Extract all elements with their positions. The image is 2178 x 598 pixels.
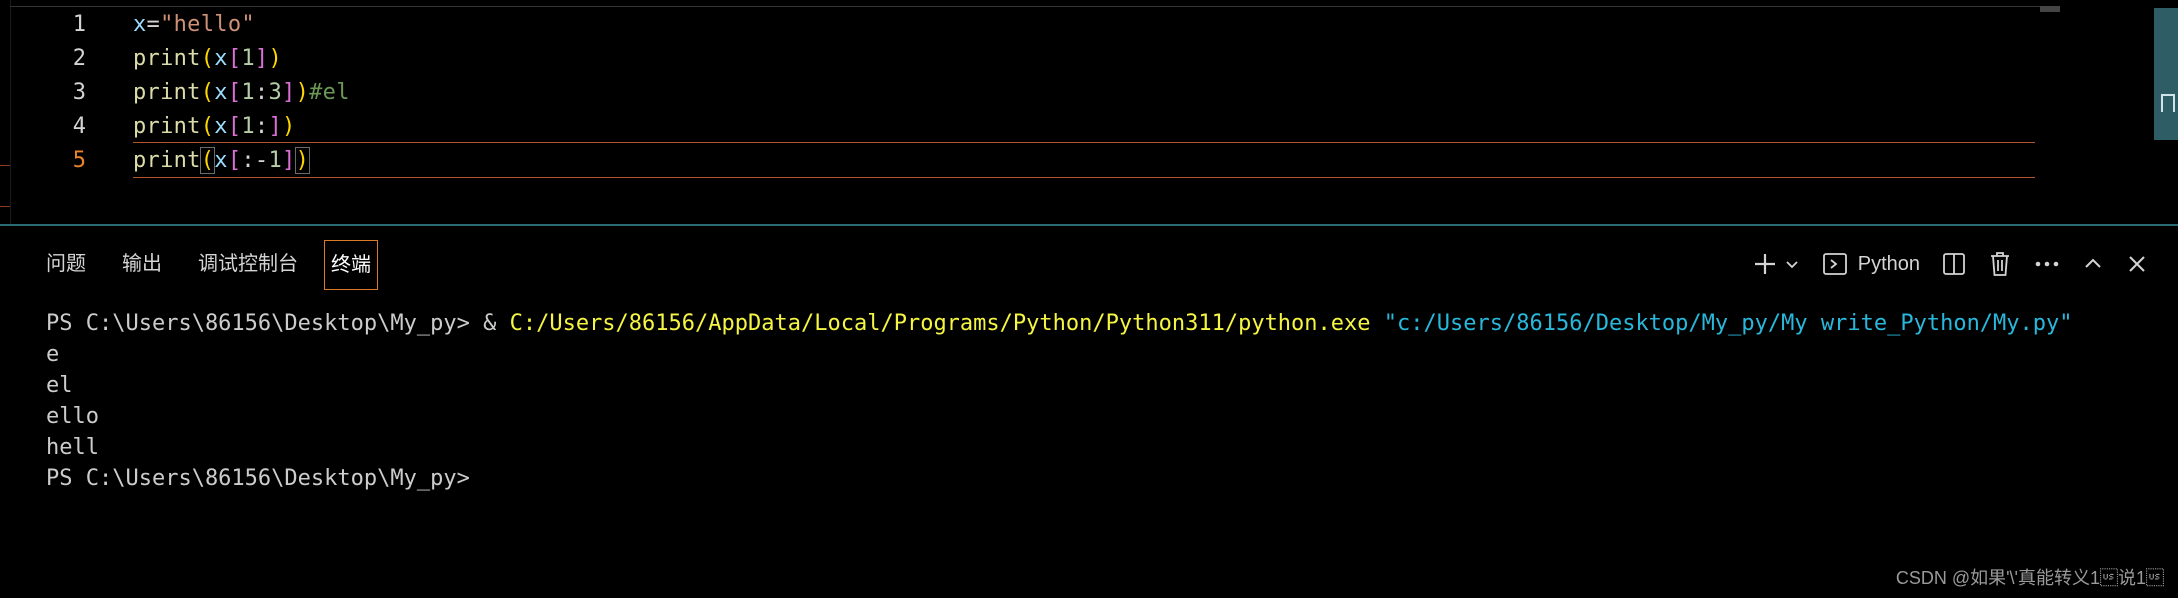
close-icon <box>2126 253 2148 275</box>
code-line[interactable]: 4 print(x[1:]) <box>0 110 2040 144</box>
bottom-panel: 问题 输出 调试控制台 终端 Python PS C:\Users\86156\… <box>0 226 2178 598</box>
code-token: ] <box>254 46 269 71</box>
chevron-down-icon[interactable] <box>1784 256 1800 272</box>
code-text: print(x[1]) <box>133 42 282 76</box>
code-token: ) <box>282 114 296 139</box>
code-token: x <box>133 12 147 37</box>
code-token: : <box>254 114 269 139</box>
code-text: x="hello" <box>133 8 255 42</box>
code-token: x <box>214 148 228 173</box>
panel-tabs: 问题 输出 调试控制台 终端 <box>36 240 394 290</box>
terminal-profile-button[interactable]: Python <box>1822 251 1920 277</box>
editor-scrollbar[interactable] <box>2154 8 2178 140</box>
code-token: x <box>214 80 228 105</box>
terminal-command-line: PS C:\Users\86156\Desktop\My_py> & C:/Us… <box>46 308 2146 339</box>
watermark: CSDN @如果'\'真能转义1 说1 <box>1895 568 2164 588</box>
code-token: print <box>133 148 201 173</box>
terminal-output-line: ello <box>46 404 99 429</box>
code-editor[interactable]: 1 x="hello" 2 print(x[1]) 3 print(x[1:3])#el 4… <box>0 0 2178 226</box>
command-amp: & <box>483 311 497 336</box>
code-token: : <box>254 80 269 105</box>
tab-problems[interactable]: 问题 <box>36 240 96 288</box>
line-number: 1 <box>72 12 86 37</box>
code-line[interactable]: 2 print(x[1]) <box>0 42 2040 76</box>
close-panel-button[interactable] <box>2126 253 2148 275</box>
code-token: x <box>214 46 228 71</box>
terminal-output-line: hell <box>46 435 99 460</box>
code-token: ( <box>200 80 215 105</box>
code-token: ( <box>199 147 216 174</box>
terminal-icon <box>1822 251 1848 277</box>
code-token: [ <box>227 148 242 173</box>
code-text: print(x[1:]) <box>133 110 296 144</box>
command-argument: "c:/Users/86156/Desktop/My_py/My write_P… <box>1383 311 2073 336</box>
code-token: - <box>254 148 269 173</box>
tab-terminal[interactable]: 终端 <box>324 240 378 290</box>
code-line[interactable]: 1 x="hello" <box>0 8 2040 42</box>
code-token: [ <box>227 114 242 139</box>
code-token: #el <box>309 80 350 105</box>
code-line[interactable]: 5 print(x[:-1]) <box>0 144 2040 178</box>
command-executable: C:/Users/86156/AppData/Local/Programs/Py… <box>509 311 1371 336</box>
maximize-panel-button[interactable] <box>2082 253 2104 275</box>
chevron-up-icon <box>2082 253 2104 275</box>
code-token: print <box>133 80 201 105</box>
terminal-profile-label: Python <box>1857 252 1920 275</box>
code-token: ] <box>282 80 296 105</box>
code-token: ] <box>268 114 283 139</box>
code-token: print <box>133 46 201 71</box>
line-number: 5 <box>72 148 86 173</box>
plus-icon <box>1752 251 1778 277</box>
code-token: : <box>241 148 255 173</box>
code-token: print <box>133 114 201 139</box>
trash-icon <box>1988 251 2012 277</box>
code-token: 1 <box>268 148 283 173</box>
code-token: 1 <box>241 80 255 105</box>
code-token: ( <box>200 46 215 71</box>
code-token: [ <box>227 80 242 105</box>
code-token: ) <box>295 80 310 105</box>
line-number: 3 <box>72 80 86 105</box>
terminal-final-prompt: PS C:\Users\86156\Desktop\My_py> <box>46 466 470 491</box>
panel-toolbar: Python <box>1730 240 2148 288</box>
terminal-prompt: PS C:\Users\86156\Desktop\My_py> <box>46 311 470 336</box>
code-token: ) <box>294 147 311 174</box>
code-token: 1 <box>241 114 255 139</box>
code-token: ( <box>200 114 215 139</box>
terminal-output[interactable]: PS C:\Users\86156\Desktop\My_py> & C:/Us… <box>46 308 2146 494</box>
kill-terminal-button[interactable] <box>1988 251 2012 277</box>
code-token: 3 <box>268 80 283 105</box>
code-token: [ <box>227 46 242 71</box>
more-actions-button[interactable] <box>2034 260 2060 268</box>
ellipsis-icon <box>2034 260 2060 268</box>
code-token: x <box>214 114 228 139</box>
line-number: 4 <box>72 114 86 139</box>
terminal-output-line: e <box>46 342 60 367</box>
code-token: ) <box>268 46 283 71</box>
tab-output[interactable]: 输出 <box>112 240 172 288</box>
tab-debug-console[interactable]: 调试控制台 <box>188 240 308 288</box>
line-number: 2 <box>72 46 86 71</box>
code-text: print(x[1:3])#el <box>133 76 350 110</box>
code-token: 1 <box>241 46 255 71</box>
code-text: print(x[:-1]) <box>133 144 311 178</box>
code-token: ] <box>282 148 296 173</box>
new-terminal-button[interactable] <box>1752 251 1800 277</box>
code-token: "hello" <box>160 12 255 37</box>
editor-top-strip <box>10 0 2050 7</box>
split-terminal-button[interactable] <box>1942 252 1966 276</box>
split-terminal-icon <box>1942 252 1966 276</box>
scrollbar-cursor-marker <box>2161 94 2175 112</box>
minimap-marker <box>2040 6 2060 12</box>
terminal-output-line: el <box>46 373 73 398</box>
code-line[interactable]: 3 print(x[1:3])#el <box>0 76 2040 110</box>
code-token: = <box>146 12 161 37</box>
